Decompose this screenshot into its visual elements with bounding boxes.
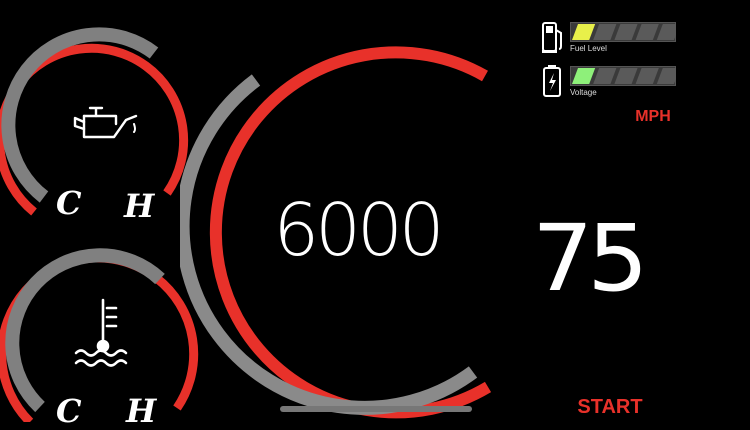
oil-gauge-hot-label: H xyxy=(124,187,155,225)
voltage-segments xyxy=(570,66,676,86)
speed-unit: MPH xyxy=(635,108,671,125)
rpm-readout: 6000 xyxy=(273,188,444,272)
voltage-indicator: Voltage xyxy=(540,64,680,100)
oil-gauge-dial xyxy=(0,27,189,216)
speed-readout: 75 xyxy=(532,205,649,312)
coolant-gauge-track xyxy=(5,248,165,413)
fuel-level-label: Fuel Level xyxy=(570,44,607,53)
coolant-gauge-cold-label: C xyxy=(56,392,82,430)
oil-gauge-cold-label: C xyxy=(56,184,82,222)
fuel-level-segments xyxy=(570,22,676,42)
voltage-label: Voltage xyxy=(570,88,597,97)
home-indicator[interactable] xyxy=(280,406,472,412)
start-button[interactable]: START xyxy=(568,394,652,420)
fuel-pump-icon xyxy=(542,22,562,53)
coolant-temperature-icon xyxy=(74,298,128,367)
voltage-bar xyxy=(570,66,676,86)
coolant-gauge: C H xyxy=(0,222,200,430)
oil-can-icon xyxy=(73,106,138,139)
battery-icon xyxy=(543,65,561,97)
fuel-level-bar xyxy=(570,22,676,42)
coolant-gauge-hot-label: H xyxy=(126,392,157,430)
oil-gauge: C H xyxy=(0,0,200,225)
fuel-level-indicator: Fuel Level xyxy=(540,20,680,56)
coolant-gauge-dial xyxy=(0,248,199,422)
